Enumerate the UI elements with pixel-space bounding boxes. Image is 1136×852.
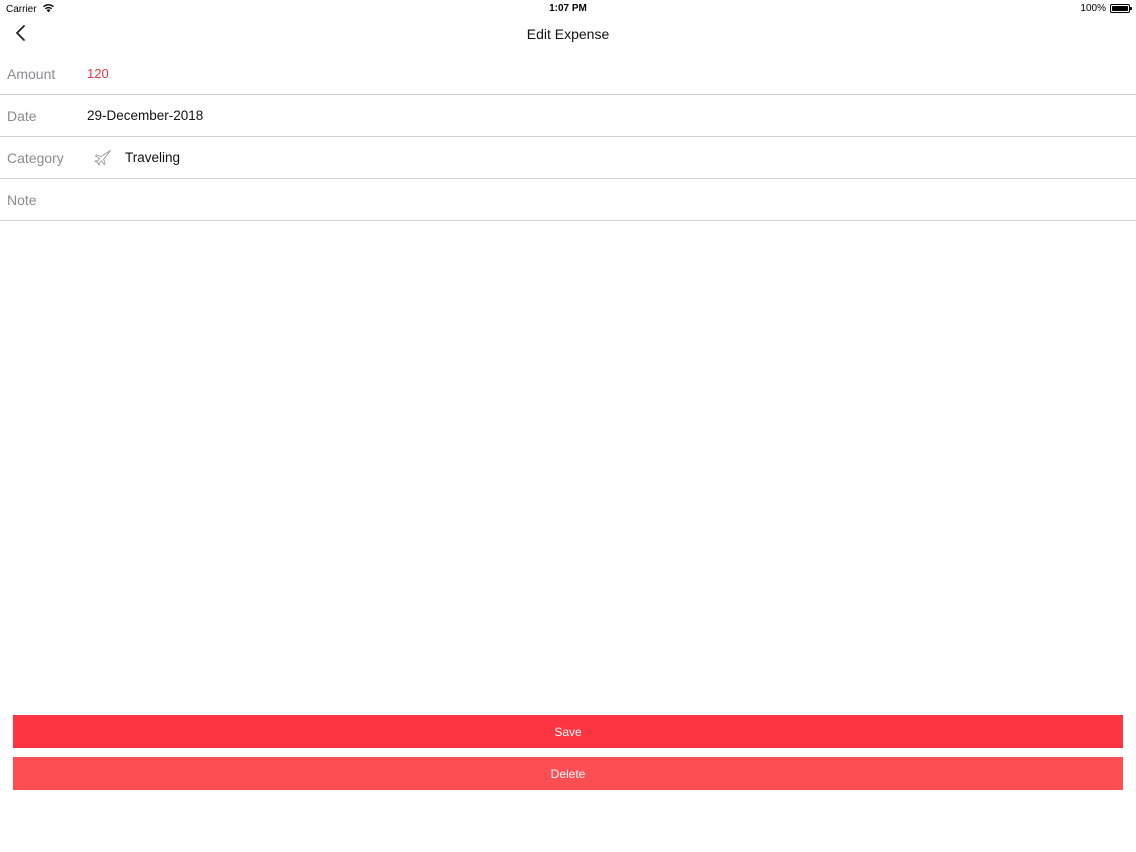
amount-field[interactable]: 120 [87, 66, 109, 81]
amount-label: Amount [7, 65, 56, 82]
note-label: Note [7, 191, 37, 208]
battery-level [1112, 6, 1128, 11]
status-bar: Carrier 1:07 PM 100% [0, 0, 1136, 18]
status-time: 1:07 PM [549, 3, 587, 14]
category-field[interactable]: Traveling [125, 150, 180, 165]
category-label: Category [7, 149, 64, 166]
battery-percent: 100% [1080, 3, 1106, 14]
navigation-bar: Edit Expense [0, 18, 1136, 52]
edit-expense-screen: Carrier 1:07 PM 100% Edit Expense Amount… [0, 0, 1136, 852]
airplane-icon [94, 149, 112, 167]
battery-icon [1110, 4, 1132, 13]
status-right: 100% [1080, 3, 1132, 14]
note-row[interactable]: Note [0, 179, 1136, 221]
delete-button[interactable]: Delete [13, 757, 1123, 790]
save-button[interactable]: Save [13, 715, 1123, 748]
category-row[interactable]: Category Traveling [0, 137, 1136, 179]
date-row[interactable]: Date 29-December-2018 [0, 95, 1136, 137]
date-label: Date [7, 107, 37, 124]
expense-form: Amount 120 Date 29-December-2018 Categor… [0, 53, 1136, 221]
page-title: Edit Expense [526, 26, 610, 42]
date-field[interactable]: 29-December-2018 [87, 108, 203, 123]
amount-row[interactable]: Amount 120 [0, 53, 1136, 95]
